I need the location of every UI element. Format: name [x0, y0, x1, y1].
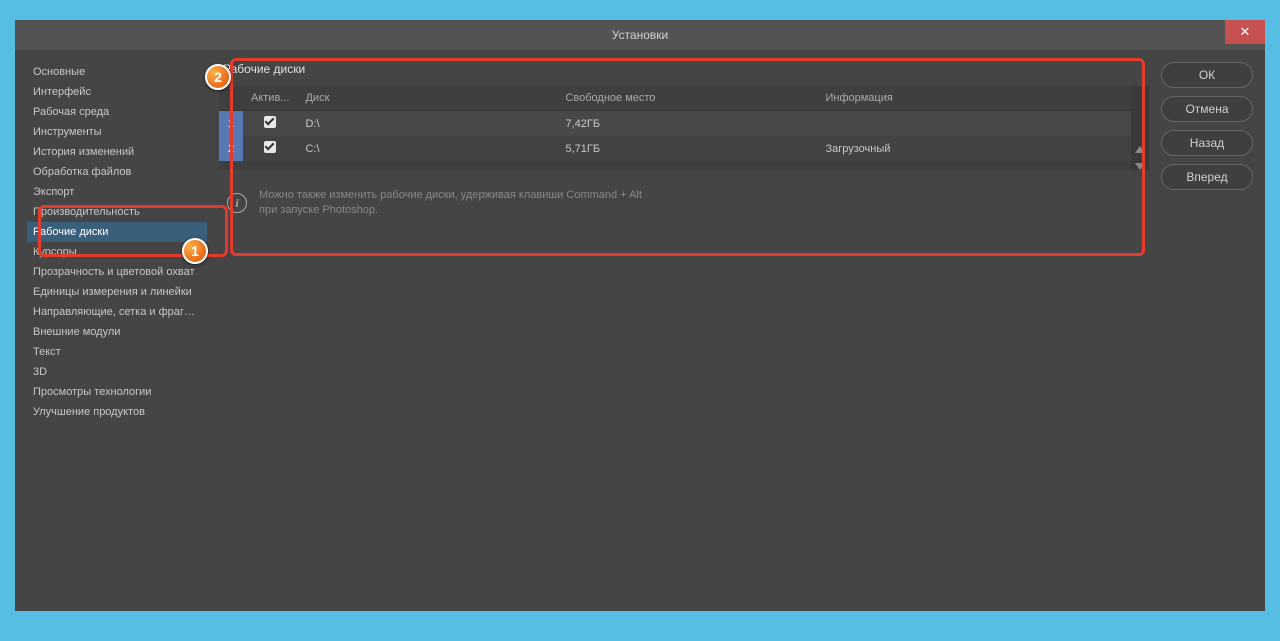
sidebar-item-type[interactable]: Текст	[27, 342, 207, 362]
button-label: ОК	[1199, 68, 1215, 82]
sidebar-item-units[interactable]: Единицы измерения и линейки	[27, 282, 207, 302]
info-row: i Можно также изменить рабочие диски, уд…	[219, 188, 1149, 219]
sidebar-item-label: 3D	[33, 366, 47, 378]
sidebar-item-label: Рабочая среда	[33, 106, 109, 118]
sidebar-item-interface[interactable]: Интерфейс	[27, 82, 207, 102]
sidebar-item-label: Производительность	[33, 206, 140, 218]
col-free: Свободное место	[557, 86, 817, 111]
col-disk: Диск	[297, 86, 557, 111]
prev-button[interactable]: Назад	[1161, 130, 1253, 156]
col-active: Актив...	[243, 86, 297, 111]
sidebar-item-label: Текст	[33, 346, 61, 358]
sidebar-item-label: Улучшение продуктов	[33, 406, 145, 418]
sidebar-item-label: Экспорт	[33, 186, 74, 198]
sidebar-item-label: Основные	[33, 66, 85, 78]
table-row[interactable]: 1 D:\ 7,42ГБ	[219, 111, 1131, 137]
dialog-body: Основные Интерфейс Рабочая среда Инструм…	[15, 50, 1265, 611]
sidebar-item-cursors[interactable]: Курсоры	[27, 242, 207, 262]
sidebar-item-product-improvement[interactable]: Улучшение продуктов	[27, 402, 207, 422]
reorder-arrows	[1131, 86, 1149, 170]
titlebar: Установки ✕	[15, 20, 1265, 50]
preferences-window: Установки ✕ Основные Интерфейс Рабочая с…	[15, 20, 1265, 611]
col-num	[219, 86, 243, 111]
sidebar: Основные Интерфейс Рабочая среда Инструм…	[27, 62, 207, 599]
sidebar-item-label: Инструменты	[33, 126, 102, 138]
main-panel: Рабочие диски Актив... Диск Свободное ме…	[219, 62, 1149, 599]
sidebar-item-label: Прозрачность и цветовой охват	[33, 266, 194, 278]
col-info: Информация	[817, 86, 1131, 111]
move-down-button[interactable]	[1135, 163, 1145, 170]
sidebar-item-plugins[interactable]: Внешние модули	[27, 322, 207, 342]
cell-disk: C:\	[297, 136, 557, 161]
sidebar-item-label: Направляющие, сетка и фрагменты	[33, 306, 207, 318]
sidebar-item-label: Интерфейс	[33, 86, 91, 98]
info-icon: i	[227, 193, 247, 213]
next-button[interactable]: Вперед	[1161, 164, 1253, 190]
cell-info: Загрузочный	[817, 136, 1131, 161]
sidebar-item-label: Рабочие диски	[33, 226, 108, 238]
checkbox-icon[interactable]	[264, 141, 276, 153]
table-row[interactable]: 2 C:\ 5,71ГБ Загрузочный	[219, 136, 1131, 161]
sidebar-item-label: Единицы измерения и линейки	[33, 286, 192, 298]
sidebar-item-guides[interactable]: Направляющие, сетка и фрагменты	[27, 302, 207, 322]
sidebar-item-filehandling[interactable]: Обработка файлов	[27, 162, 207, 182]
button-label: Назад	[1190, 136, 1224, 150]
row-number: 2	[219, 136, 243, 161]
close-icon: ✕	[1240, 24, 1251, 40]
sidebar-item-scratch-disks[interactable]: Рабочие диски	[27, 222, 207, 242]
scratch-disk-panel: Актив... Диск Свободное место Информация…	[219, 86, 1149, 170]
sidebar-item-transparency[interactable]: Прозрачность и цветовой охват	[27, 262, 207, 282]
ok-button[interactable]: ОК	[1161, 62, 1253, 88]
sidebar-item-label: История изменений	[33, 146, 134, 158]
sidebar-item-tools[interactable]: Инструменты	[27, 122, 207, 142]
move-up-button[interactable]	[1135, 146, 1145, 153]
sidebar-item-performance[interactable]: Производительность	[27, 202, 207, 222]
cell-free: 7,42ГБ	[557, 111, 817, 137]
sidebar-item-label: Просмотры технологии	[33, 386, 151, 398]
row-number: 1	[219, 111, 243, 137]
cell-free: 5,71ГБ	[557, 136, 817, 161]
sidebar-item-label: Внешние модули	[33, 326, 120, 338]
sidebar-item-workspace[interactable]: Рабочая среда	[27, 102, 207, 122]
scratch-disk-table-wrap: Актив... Диск Свободное место Информация…	[219, 86, 1131, 170]
panel-title: Рабочие диски	[223, 62, 1149, 76]
sidebar-item-3d[interactable]: 3D	[27, 362, 207, 382]
button-label: Отмена	[1185, 102, 1228, 116]
sidebar-item-label: Курсоры	[33, 246, 77, 258]
button-label: Вперед	[1186, 170, 1227, 184]
sidebar-item-tech-previews[interactable]: Просмотры технологии	[27, 382, 207, 402]
cancel-button[interactable]: Отмена	[1161, 96, 1253, 122]
checkbox-icon[interactable]	[264, 116, 276, 128]
sidebar-item-history[interactable]: История изменений	[27, 142, 207, 162]
sidebar-item-export[interactable]: Экспорт	[27, 182, 207, 202]
info-text: Можно также изменить рабочие диски, удер…	[259, 188, 642, 219]
window-title: Установки	[612, 28, 668, 42]
sidebar-item-label: Обработка файлов	[33, 166, 131, 178]
dialog-buttons: ОК Отмена Назад Вперед	[1161, 62, 1253, 599]
scratch-disk-table: Актив... Диск Свободное место Информация…	[219, 86, 1131, 161]
info-line2: при запуске Photoshop.	[259, 204, 378, 216]
info-line1: Можно также изменить рабочие диски, удер…	[259, 189, 642, 201]
cell-info	[817, 111, 1131, 137]
sidebar-item-general[interactable]: Основные	[27, 62, 207, 82]
close-button[interactable]: ✕	[1225, 20, 1265, 44]
cell-disk: D:\	[297, 111, 557, 137]
